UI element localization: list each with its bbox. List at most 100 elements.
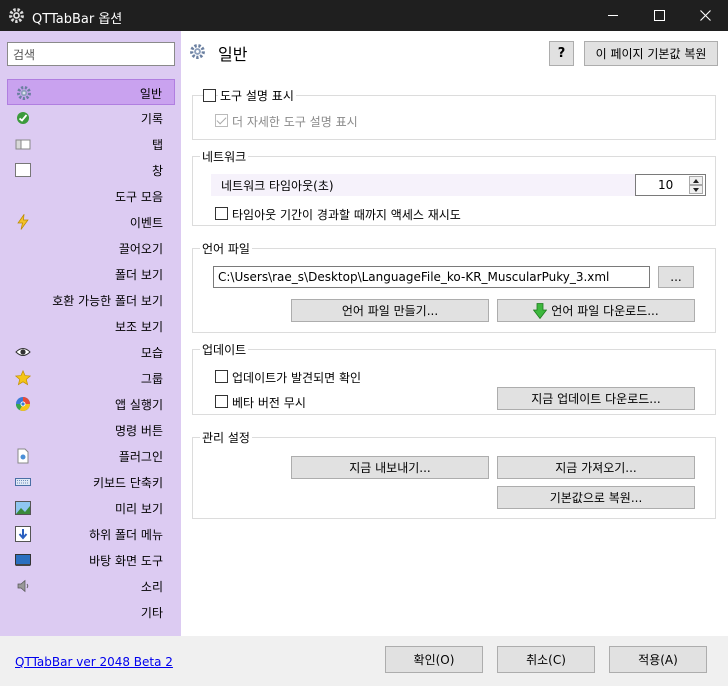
detailed-tooltip-checkbox[interactable] <box>215 114 228 127</box>
sidebar-item-label: 그룹 <box>140 372 163 386</box>
sidebar-item-group[interactable]: 그룹 <box>7 365 175 391</box>
sidebar-item-label: 일반 <box>139 87 162 101</box>
sidebar-item-label: 플러그인 <box>118 450 163 464</box>
content-panel: 일반 ? 이 페이지 기본값 복원 도구 설명 표시 더 자세한 도구 설명 표… <box>181 31 728 636</box>
update-group: 업데이트 업데이트가 발견되면 확인 베타 버전 무시 지금 업데이트 다운로드… <box>192 341 716 415</box>
close-button[interactable] <box>682 0 728 31</box>
sidebar-item-label: 창 <box>151 164 163 178</box>
detailed-tooltip-label: 더 자세한 도구 설명 표시 <box>232 115 358 129</box>
sidebar-item-label: 명령 버튼 <box>115 424 163 438</box>
download-language-file-button[interactable]: 언어 파일 다운로드... <box>497 299 695 322</box>
sidebar-item-preview[interactable]: 미리 보기 <box>7 495 175 521</box>
preview-icon <box>15 501 31 515</box>
sidebar-item-command-button[interactable]: 명령 버튼 <box>7 417 175 443</box>
language-file-path: C:\Users\rae_s\Desktop\LanguageFile_ko-K… <box>218 270 610 284</box>
apply-button[interactable]: 적용(A) <box>609 646 707 673</box>
sidebar-item-subfolder-menu[interactable]: 하위 폴더 메뉴 <box>7 521 175 547</box>
language-legend: 언어 파일 <box>200 240 252 257</box>
sidebar-item-label: 소리 <box>140 580 163 594</box>
keyboard-icon <box>15 478 31 486</box>
check-updates-label: 업데이트가 발견되면 확인 <box>232 371 362 385</box>
stepper-up-button[interactable] <box>689 176 703 185</box>
title-bar: QTTabBar 옵션 <box>0 0 728 31</box>
language-file-group: 언어 파일 C:\Users\rae_s\Desktop\LanguageFil… <box>192 240 716 333</box>
sidebar-item-window[interactable]: 창 <box>7 157 175 183</box>
subfolder-icon <box>15 526 31 542</box>
sidebar-item-drag[interactable]: 끌어오기 <box>7 235 175 261</box>
window-title: QTTabBar 옵션 <box>32 12 123 27</box>
sidebar-item-label: 끌어오기 <box>118 242 163 256</box>
sidebar-nav: 일반 기록 탭 창 도구 모음 이벤트 끌어오기 폴더 보기 호환 가능한 폴더… <box>7 79 175 625</box>
network-legend: 네트워크 <box>200 148 249 165</box>
sidebar-item-misc[interactable]: 기타 <box>7 599 175 625</box>
timeout-stepper[interactable]: 10 <box>635 174 706 196</box>
timeout-label: 네트워크 타임아웃(초) <box>221 179 334 193</box>
reset-page-button[interactable]: 이 페이지 기본값 복원 <box>584 41 718 66</box>
sidebar-item-label: 모습 <box>140 346 163 360</box>
history-icon <box>17 112 29 124</box>
management-legend: 관리 설정 <box>200 429 252 446</box>
sidebar-item-compatible-folder-view[interactable]: 호환 가능한 폴더 보기 <box>7 287 175 313</box>
sidebar-item-app-launcher[interactable]: 앱 실행기 <box>7 391 175 417</box>
star-icon <box>15 370 31 386</box>
retry-checkbox[interactable] <box>215 207 228 220</box>
show-tooltip-checkbox[interactable] <box>203 89 216 102</box>
maximize-button[interactable] <box>636 0 682 31</box>
sidebar-item-toolbar[interactable]: 도구 모음 <box>7 183 175 209</box>
update-legend: 업데이트 <box>200 341 249 358</box>
sidebar-item-plugin[interactable]: 플러그인 <box>7 443 175 469</box>
ignore-beta-label: 베타 버전 무시 <box>232 396 306 410</box>
minimize-button[interactable] <box>590 0 636 31</box>
check-updates-checkbox[interactable] <box>215 370 228 383</box>
sidebar-item-label: 키보드 단축키 <box>92 476 163 490</box>
help-button[interactable]: ? <box>549 41 574 66</box>
sidebar-item-secondary-view[interactable]: 보조 보기 <box>7 313 175 339</box>
export-button[interactable]: 지금 내보내기... <box>291 456 489 479</box>
footer: QTTabBar ver 2048 Beta 2 확인(O) 취소(C) 적용(… <box>0 636 728 686</box>
ok-button[interactable]: 확인(O) <box>385 646 483 673</box>
version-link[interactable]: QTTabBar ver 2048 Beta 2 <box>15 655 173 669</box>
sidebar-item-keyboard-shortcuts[interactable]: 키보드 단축키 <box>7 469 175 495</box>
sidebar: 검색 일반 기록 탭 창 도구 모음 이벤트 끌어오기 폴더 보기 호환 가능한… <box>0 31 181 636</box>
retry-label: 타임아웃 기간이 경과할 때까지 액세스 재시도 <box>232 208 461 222</box>
close-icon <box>699 10 711 21</box>
sidebar-item-events[interactable]: 이벤트 <box>7 209 175 235</box>
sidebar-item-label: 하위 폴더 메뉴 <box>89 528 163 542</box>
search-input[interactable]: 검색 <box>7 42 175 66</box>
management-group: 관리 설정 지금 내보내기... 지금 가져오기... 기본값으로 복원... <box>192 429 716 519</box>
gear-icon <box>17 86 31 100</box>
sidebar-item-history[interactable]: 기록 <box>7 105 175 131</box>
sidebar-item-label: 탭 <box>151 138 163 152</box>
gear-icon <box>9 8 24 23</box>
sidebar-item-label: 바탕 화면 도구 <box>89 554 163 568</box>
language-file-path-input[interactable]: C:\Users\rae_s\Desktop\LanguageFile_ko-K… <box>213 266 650 288</box>
ignore-beta-checkbox[interactable] <box>215 395 228 408</box>
browse-button[interactable]: ... <box>658 266 694 288</box>
app-launcher-icon <box>16 397 30 411</box>
import-button[interactable]: 지금 가져오기... <box>497 456 695 479</box>
sidebar-item-label: 보조 보기 <box>115 320 163 334</box>
cancel-button[interactable]: 취소(C) <box>497 646 595 673</box>
network-group: 네트워크 네트워크 타임아웃(초) 10 타임아웃 기간이 경과할 때까지 액세… <box>192 148 716 226</box>
gear-icon <box>190 44 205 59</box>
restore-defaults-button[interactable]: 기본값으로 복원... <box>497 486 695 509</box>
sidebar-item-appearance[interactable]: 모습 <box>7 339 175 365</box>
speaker-icon <box>17 579 29 593</box>
sidebar-item-label: 이벤트 <box>129 216 163 230</box>
sidebar-item-label: 미리 보기 <box>115 502 163 516</box>
lightning-icon <box>17 214 29 230</box>
download-update-button[interactable]: 지금 업데이트 다운로드... <box>497 387 695 410</box>
stepper-down-button[interactable] <box>689 185 703 194</box>
sidebar-item-folder-view[interactable]: 폴더 보기 <box>7 261 175 287</box>
sidebar-item-tab[interactable]: 탭 <box>7 131 175 157</box>
sidebar-item-sound[interactable]: 소리 <box>7 573 175 599</box>
stepper-arrows <box>689 176 703 194</box>
sidebar-item-label: 폴더 보기 <box>115 268 163 282</box>
create-language-file-button[interactable]: 언어 파일 만들기... <box>291 299 489 322</box>
sidebar-item-label: 호환 가능한 폴더 보기 <box>52 294 163 308</box>
sidebar-item-label: 앱 실행기 <box>115 398 163 412</box>
sidebar-item-general[interactable]: 일반 <box>7 79 175 105</box>
plugin-icon <box>17 448 29 464</box>
sidebar-item-desktop-tool[interactable]: 바탕 화면 도구 <box>7 547 175 573</box>
page-title: 일반 <box>218 45 248 64</box>
